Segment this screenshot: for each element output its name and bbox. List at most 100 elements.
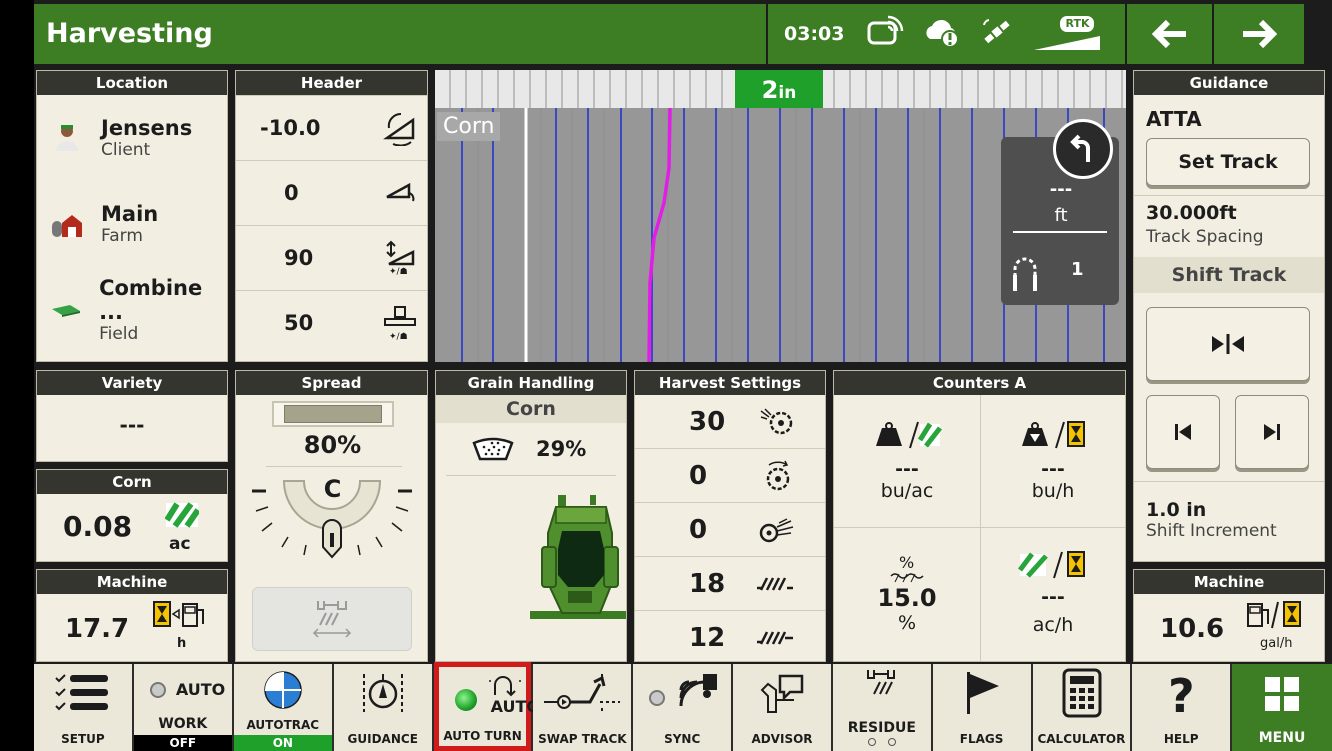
- farm-row: Main Farm: [37, 181, 227, 267]
- center-icon: [1212, 334, 1244, 354]
- yield-per-hour: --- bu/h: [980, 395, 1126, 527]
- swap-track-button[interactable]: SWAP TRACK: [533, 664, 632, 751]
- machine-left-value: 17.7: [65, 614, 130, 644]
- moisture-icon: %: [890, 553, 924, 583]
- guidance-header: Guidance: [1134, 71, 1324, 95]
- reel-speed-value: 50: [284, 311, 314, 335]
- help-button[interactable]: ? HELP: [1132, 664, 1231, 751]
- client-label: Client: [101, 140, 151, 160]
- shift-left-button[interactable]: [1146, 395, 1220, 469]
- counters-header: Counters A: [834, 371, 1125, 395]
- menu-grid-icon: [1265, 677, 1300, 711]
- yield-per-hour-value: ---: [1041, 458, 1065, 480]
- set-track-button[interactable]: Set Track: [1146, 138, 1310, 186]
- shift-increment-value: 1.0 in: [1146, 499, 1207, 521]
- sieve-row: 12: [635, 610, 825, 664]
- center-track-button[interactable]: [1146, 307, 1310, 381]
- auto-turn-button[interactable]: AUTO AUTO TURN: [433, 662, 540, 751]
- reel-speed-icon: ✦/☗: [384, 306, 416, 341]
- flags-button[interactable]: FLAGS: [932, 664, 1031, 751]
- area-per-hour: --- ac/h: [980, 527, 1126, 659]
- work-button[interactable]: AUTO WORK OFF: [133, 664, 232, 751]
- corn-area-value: 0.08: [63, 510, 133, 543]
- feeder-speed-row: 0: [635, 502, 825, 556]
- counters-panel[interactable]: Counters A --- bu/ac --- bu/h % 15.0 % -…: [833, 370, 1126, 662]
- machine-right-header: Machine: [1134, 570, 1324, 594]
- guidance-panel: Guidance ATTA Set Track 30.000ft Track S…: [1133, 70, 1325, 562]
- shift-right-button[interactable]: [1235, 395, 1309, 469]
- rotor-speed-icon: [766, 460, 790, 490]
- back-button[interactable]: [1127, 4, 1212, 64]
- moisture: % 15.0 %: [834, 527, 980, 659]
- rtk-signal-icon[interactable]: RTK: [1032, 14, 1104, 54]
- header-height-row: 90 ✦/☗: [236, 225, 427, 290]
- u-turn-button[interactable]: [1053, 119, 1113, 179]
- sieve-icon: [757, 630, 793, 645]
- forward-button[interactable]: [1214, 4, 1304, 64]
- spreader-icon: [312, 601, 352, 638]
- guidance-button[interactable]: GUIDANCE: [333, 664, 432, 751]
- page-title: Harvesting: [34, 4, 766, 64]
- client-name: Jensens: [101, 116, 193, 140]
- setup-button[interactable]: SETUP: [34, 664, 132, 751]
- menu-button[interactable]: MENU: [1232, 664, 1332, 751]
- spread-panel[interactable]: Spread 80% C: [235, 370, 428, 662]
- autotrac-steering-icon: [264, 671, 302, 709]
- header-height-value: 90: [284, 246, 314, 270]
- turn-info-box[interactable]: --- ft 1: [1001, 119, 1119, 305]
- turn-distance: ---: [1049, 179, 1073, 200]
- grain-crop: Corn: [436, 395, 626, 423]
- advisor-button[interactable]: ADVISOR: [733, 664, 831, 751]
- work-auto-label: AUTO: [175, 680, 226, 699]
- track-spacing-label: Track Spacing: [1146, 227, 1264, 247]
- yield-per-hour-unit: bu/h: [1031, 480, 1075, 502]
- area-per-hour-value: ---: [1041, 586, 1065, 608]
- farm-icon: [47, 209, 87, 239]
- grain-tank-percent: 29%: [536, 437, 587, 461]
- weight-per-area-icon: [876, 421, 942, 449]
- guidance-icon: [362, 674, 403, 712]
- location-panel[interactable]: Location Jensens Client Main Farm Combin…: [36, 70, 228, 362]
- autotrac-button[interactable]: AUTOTRAC ON: [233, 664, 332, 751]
- header-height-icon: ✦/☗: [386, 240, 415, 276]
- svg-text:✦/☗: ✦/☗: [389, 332, 408, 341]
- status-area: 03:03 RTK: [768, 4, 1125, 64]
- farm-label: Farm: [101, 226, 143, 246]
- cloud-warning-icon[interactable]: [922, 15, 962, 53]
- guidance-map[interactable]: 2in Corn --- ft 1: [435, 70, 1126, 362]
- fan-speed-value: 30: [689, 406, 726, 437]
- residue-button[interactable]: RESIDUE: [832, 664, 931, 751]
- turn-arrow-icon: [1070, 134, 1090, 162]
- harvest-settings-panel[interactable]: Harvest Settings 30 0 0 18 12: [634, 370, 826, 662]
- yield-per-area-unit: bu/ac: [880, 480, 934, 502]
- spread-header: Spread: [236, 371, 427, 395]
- harvested-area-icon: [165, 502, 199, 528]
- grain-handling-panel[interactable]: Grain Handling Corn 29%: [435, 370, 627, 662]
- flag-icon: [966, 672, 999, 714]
- spread-mode-button[interactable]: [252, 587, 412, 651]
- satellite-icon[interactable]: [980, 17, 1014, 51]
- sync-button[interactable]: SYNC: [633, 664, 732, 751]
- swap-track-label: SWAP TRACK: [538, 732, 627, 746]
- header-panel[interactable]: Header -10.0 0 90 ✦/☗ 50 ✦/☗: [235, 70, 428, 362]
- fan-speed-icon: [760, 407, 793, 434]
- spread-percent: 80%: [303, 431, 362, 459]
- machine-sync-icon: [679, 674, 718, 707]
- corn-area-panel[interactable]: Corn 0.08 ac: [36, 469, 228, 562]
- setup-label: SETUP: [61, 732, 105, 746]
- variety-panel[interactable]: Variety ---: [36, 370, 228, 462]
- variety-value: ---: [119, 413, 145, 437]
- machine-left-unit: h: [177, 636, 187, 651]
- machine-fuel-panel[interactable]: Machine 10.6 gal/h: [1133, 569, 1325, 662]
- advisor-icon: [760, 674, 804, 713]
- machine-hours-panel[interactable]: Machine 17.7 h: [36, 569, 228, 662]
- rotor-speed-row: 0: [635, 448, 825, 502]
- display-connect-icon[interactable]: [866, 15, 904, 53]
- calculator-icon: [1062, 668, 1102, 718]
- chaffer-row: 18: [635, 556, 825, 610]
- arrow-right-icon: [1243, 19, 1278, 49]
- help-icon: ?: [1167, 669, 1195, 723]
- guidance-label: GUIDANCE: [347, 732, 418, 746]
- header-tilt-value: -10.0: [260, 116, 321, 140]
- calculator-button[interactable]: CALCULATOR: [1032, 664, 1131, 751]
